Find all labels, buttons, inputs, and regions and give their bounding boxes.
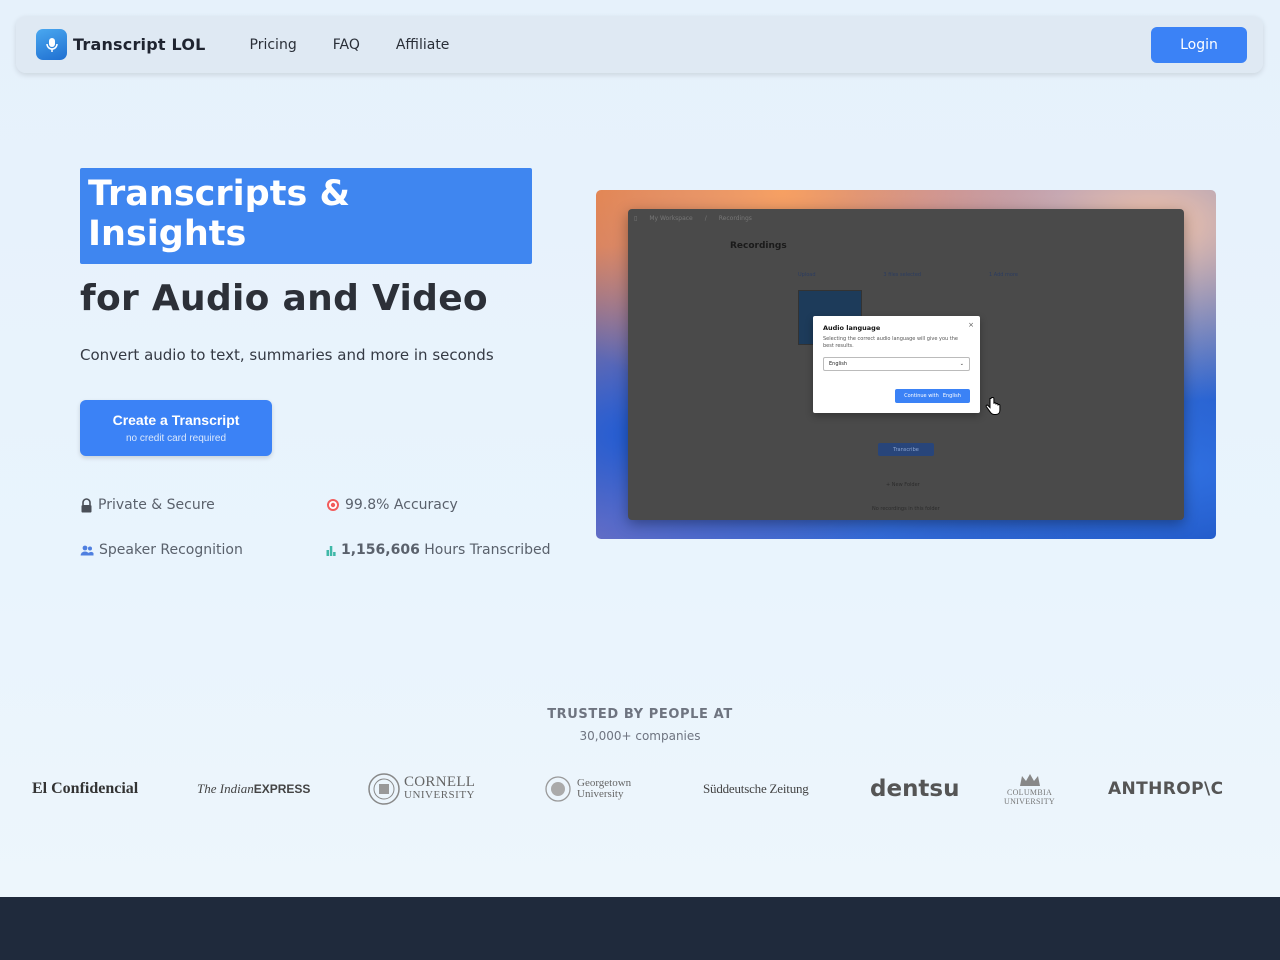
logo-indian-express-bold: EXPRESS	[253, 782, 311, 796]
preview-transcribe-button: Transcribe	[878, 443, 934, 456]
hero-title-line1: Transcripts &	[88, 174, 350, 214]
cursor-hand-icon	[985, 397, 1001, 415]
preview-continue-button: Continue with English	[895, 389, 970, 403]
hero-title-line2: Insights	[88, 214, 247, 254]
cta-label: Create a Transcript	[112, 412, 240, 428]
preview-tabs: Upload 3 files selected 1 Add more	[798, 272, 1018, 278]
feature-accuracy: 99.8% Accuracy	[326, 497, 458, 513]
columbia-crown-icon	[1019, 774, 1040, 786]
trusted-subtitle: 30,000+ companies	[579, 729, 701, 743]
close-icon: ×	[968, 321, 974, 329]
cta-sublabel: no credit card required	[125, 433, 227, 444]
navbar: Transcript LOL Pricing FAQ Affiliate Log…	[16, 16, 1263, 73]
logo-columbia-line2: UNIVERSITY	[1004, 797, 1055, 806]
hero-description: Convert audio to text, summaries and mor…	[80, 346, 494, 364]
preview-modal-title: Audio language	[823, 324, 881, 332]
nav-link-pricing[interactable]: Pricing	[250, 37, 297, 53]
lock-icon	[81, 497, 92, 512]
preview-language-modal: Audio language × Selecting the correct a…	[813, 316, 980, 413]
create-transcript-button[interactable]: Create a Transcript no credit card requi…	[80, 400, 272, 456]
bar-chart-icon	[326, 546, 336, 556]
logo-cornell-line1: CORNELL	[404, 774, 476, 790]
preview-modal-description: Selecting the correct audio language wil…	[823, 336, 958, 349]
brand-logo[interactable]: Transcript LOL	[36, 29, 206, 60]
logo-el-confidencial: El Confidencial	[32, 780, 139, 797]
logo-georgetown-line2: University	[577, 788, 624, 800]
brand-name: Transcript LOL	[73, 35, 206, 54]
hero-highlight-title: Transcripts & Insights	[80, 168, 532, 264]
trusted-title: TRUSTED BY PEOPLE AT	[547, 707, 733, 722]
preview-sidebar-icon: ▯	[634, 215, 638, 222]
preview-empty-text: No recordings in this folder	[872, 506, 940, 512]
preview-tab-add-more: 1 Add more	[989, 272, 1018, 278]
preview-tab-selected: 3 files selected	[883, 272, 922, 278]
feature-speaker: Speaker Recognition	[80, 542, 243, 558]
logo-cornell: CORNELL UNIVERSITY	[368, 765, 475, 813]
georgetown-seal-icon	[545, 776, 571, 802]
logo-columbia: COLUMBIA UNIVERSITY	[1004, 765, 1055, 813]
preview-breadcrumb-recordings: Recordings	[718, 215, 752, 222]
login-button[interactable]: Login	[1151, 26, 1247, 63]
preview-page-title: Recordings	[730, 241, 787, 251]
people-icon	[80, 545, 94, 555]
preview-tab-upload: Upload	[798, 272, 816, 278]
preview-breadcrumb: ▯ My Workspace / Recordings	[634, 215, 752, 222]
feature-hours: 1,156,606 Hours Transcribed	[326, 542, 550, 558]
preview-new-folder: + New Folder	[886, 482, 920, 488]
logo-anthropic: ANTHROP\C	[1108, 779, 1224, 799]
microphone-logo-icon	[36, 29, 67, 60]
footer-section	[0, 897, 1280, 960]
nav-link-affiliate[interactable]: Affiliate	[396, 37, 450, 53]
chevron-down-icon: ⌄	[959, 361, 964, 367]
feature-private: Private & Secure	[80, 497, 215, 513]
feature-speaker-label: Speaker Recognition	[99, 542, 243, 558]
preview-breadcrumb-sep: /	[704, 215, 707, 222]
nav-links: Pricing FAQ Affiliate	[250, 37, 450, 53]
logo-indian-express-italic: The Indian	[197, 781, 254, 796]
preview-continue-lang: English	[942, 393, 961, 399]
logo-columbia-line1: COLUMBIA	[1006, 788, 1053, 797]
nav-link-faq[interactable]: FAQ	[333, 37, 360, 53]
feature-private-label: Private & Secure	[98, 497, 215, 513]
feature-accuracy-label: 99.8% Accuracy	[345, 497, 458, 513]
logo-cornell-line2: UNIVERSITY	[404, 789, 475, 801]
preview-selected-language: English	[829, 361, 848, 367]
preview-continue-label: Continue with	[904, 393, 939, 399]
hero-subtitle: for Audio and Video	[80, 278, 488, 319]
product-preview-image: ▯ My Workspace / Recordings Recordings U…	[596, 190, 1216, 539]
preview-app-window: ▯ My Workspace / Recordings Recordings U…	[628, 209, 1184, 520]
company-logos: El Confidencial The Indian EXPRESS CORNEL…	[0, 765, 1280, 813]
logo-indian-express: The Indian EXPRESS	[197, 765, 310, 813]
cornell-seal-icon	[368, 773, 400, 805]
logo-georgetown: Georgetown University	[545, 765, 631, 813]
target-icon	[327, 499, 339, 511]
preview-breadcrumb-workspace: My Workspace	[649, 215, 693, 222]
hours-count: 1,156,606	[341, 542, 420, 558]
preview-language-select: English ⌄	[823, 357, 970, 371]
hours-label: Hours Transcribed	[424, 542, 551, 558]
logo-sueddeutsche: Süddeutsche Zeitung	[703, 781, 809, 796]
logo-dentsu: dentsu	[870, 776, 960, 802]
